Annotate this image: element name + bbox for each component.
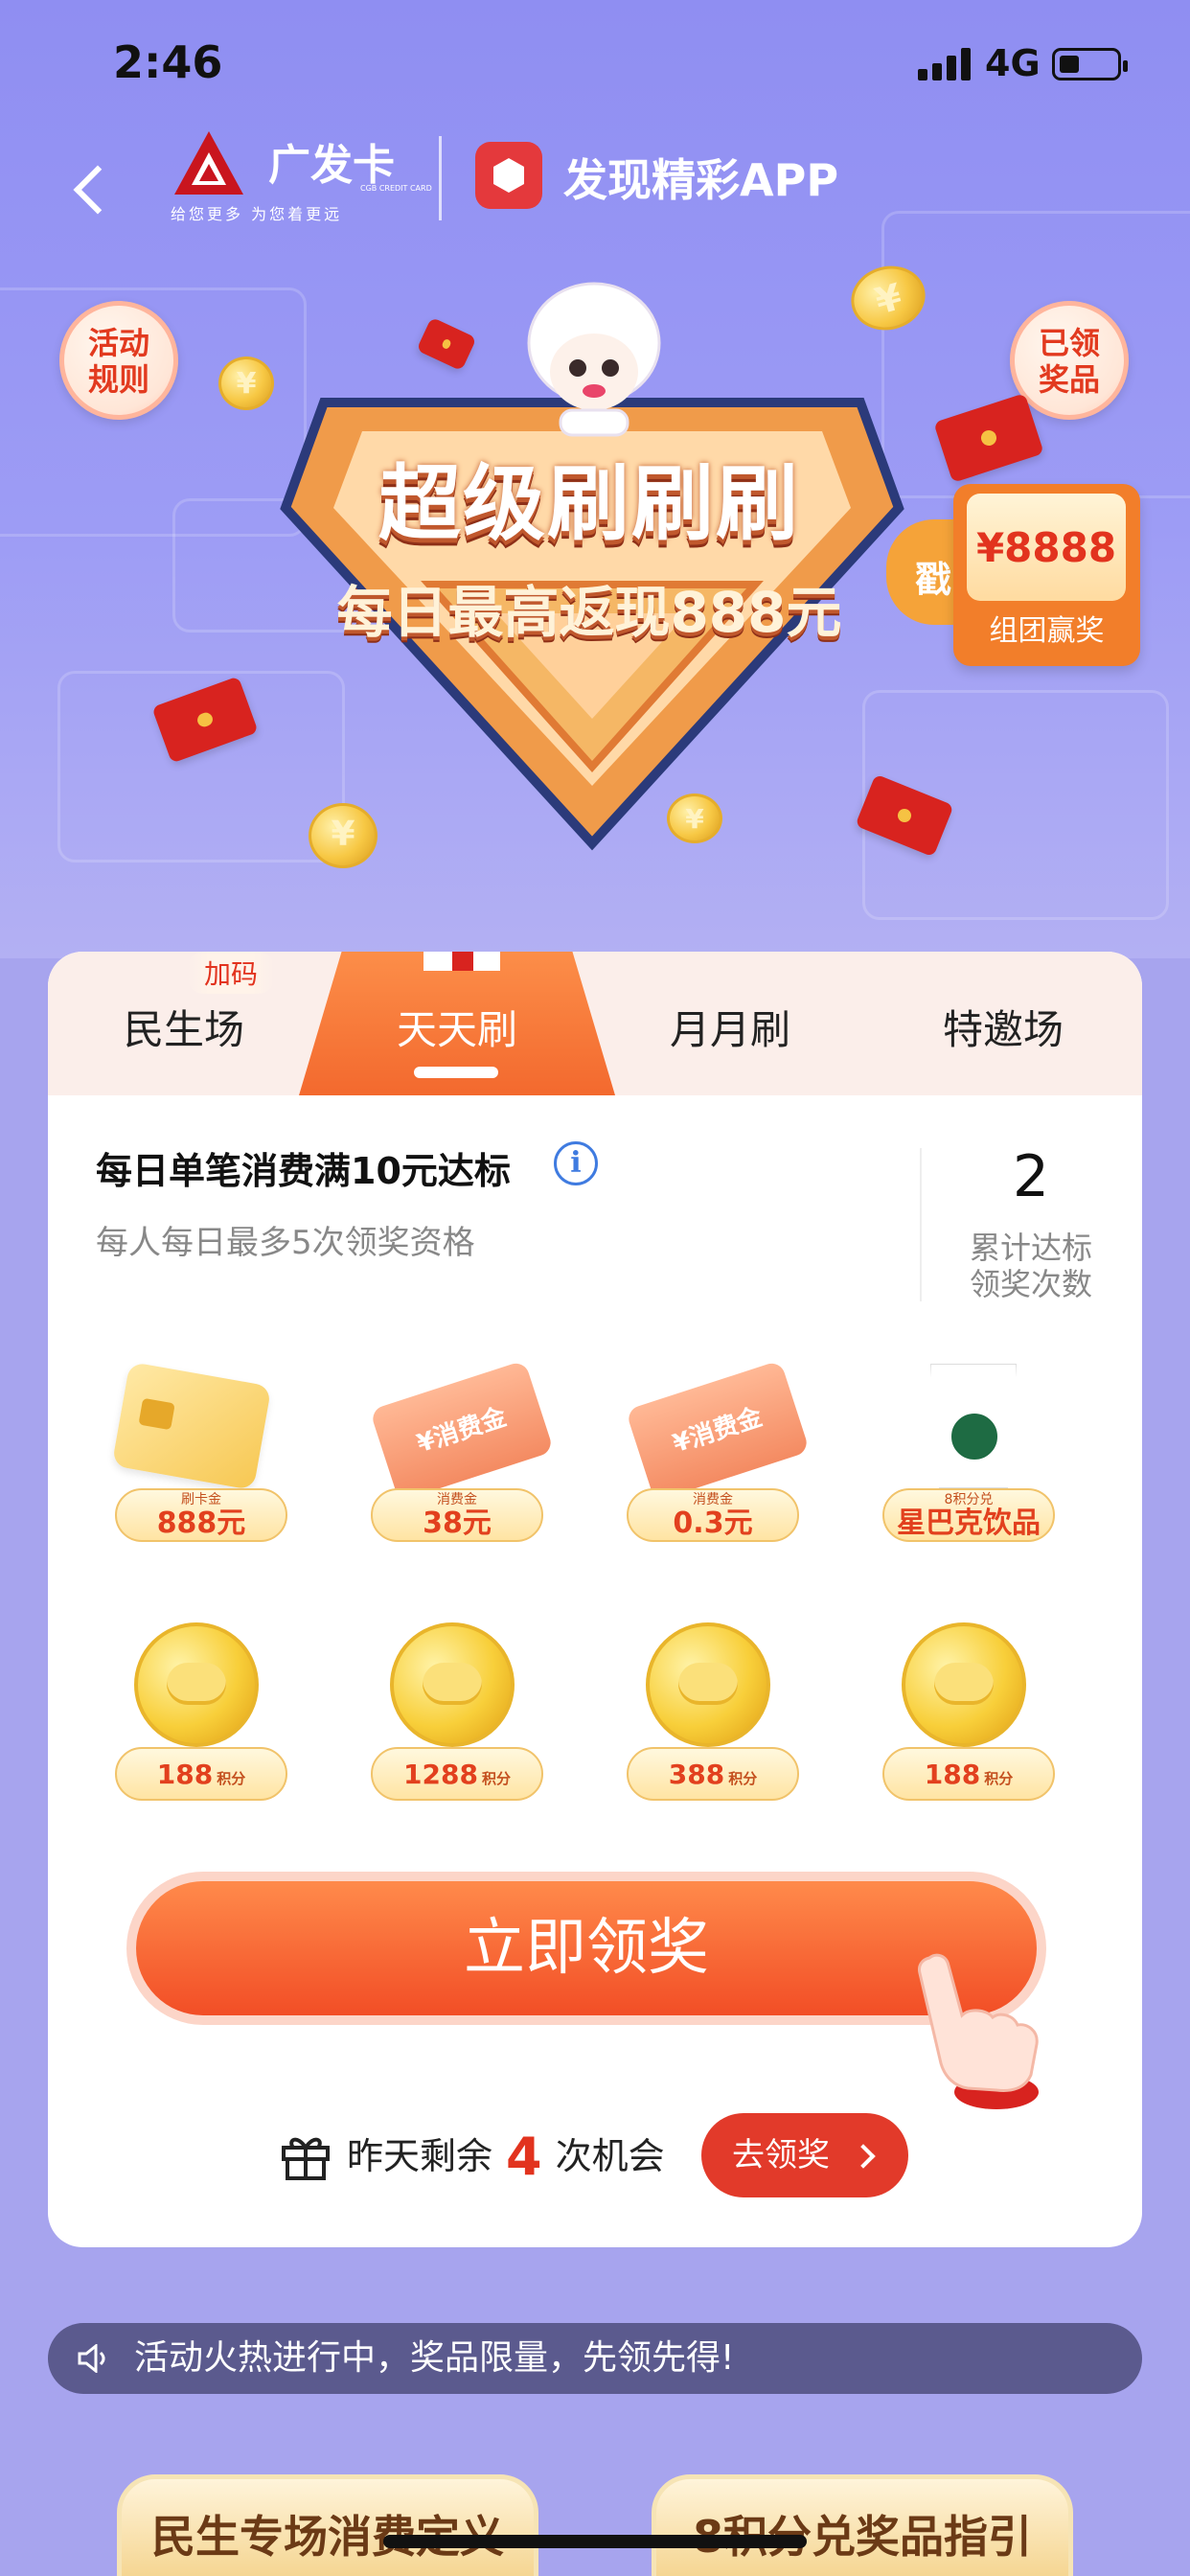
group-label: 组团赢奖: [989, 614, 1105, 648]
qualified-count-label: 累计达标 领奖次数: [920, 1230, 1142, 1302]
tab-bar: 加码 民生场 天天刷 月月刷 特邀场: [48, 952, 1142, 1095]
shop-gift-icon: [423, 952, 500, 971]
consumption-definition-button[interactable]: 民生专场消费定义: [117, 2474, 538, 2576]
points-coin-icon: [390, 1622, 515, 1747]
header-divider: [439, 136, 442, 220]
prize-item[interactable]: ¥消费金 消费金 38元: [361, 1354, 555, 1565]
remaining-suffix: 次机会: [555, 2135, 665, 2177]
prize-label: 1288 积分: [371, 1747, 543, 1801]
prize-label: 8积分兑 星巴克饮品: [882, 1488, 1055, 1542]
home-indicator: [383, 2535, 807, 2548]
faxian-app-logo-icon: [475, 142, 542, 209]
brand-sub: CGB CREDIT CARD: [360, 184, 432, 193]
prize-value: 0.3元: [673, 1506, 753, 1540]
back-arrow-icon[interactable]: [69, 161, 107, 218]
guangfa-logo-icon: [174, 131, 243, 195]
signal-icon: [918, 48, 972, 80]
brand-slogan: 给您更多 为您着更远: [171, 205, 343, 223]
notice-text: 活动火热进行中，奖品限量，先领先得!: [134, 2338, 735, 2378]
main-panel: 加码 民生场 天天刷 月月刷 特邀场 每日单笔消费满10元达标 i 每人每日最多…: [48, 952, 1142, 2247]
tab-daily[interactable]: 天天刷: [361, 998, 553, 1056]
prize-value: 38元: [423, 1506, 492, 1540]
prize-item[interactable]: 388 积分: [617, 1613, 809, 1824]
notice-bar: 活动火热进行中，奖品限量，先领先得!: [48, 2323, 1142, 2394]
points-coin-icon: [134, 1622, 259, 1747]
card-icon: [111, 1361, 272, 1491]
partner-app-name: 发现精彩APP: [563, 154, 839, 206]
prize-label: 388 积分: [627, 1747, 799, 1801]
activity-rules-button[interactable]: 活动 规则: [59, 301, 178, 420]
group-amount: ¥8888: [967, 494, 1126, 601]
battery-icon: [1052, 48, 1128, 80]
prize-type: 刷卡金: [181, 1492, 221, 1507]
prize-label: 刷卡金 888元: [115, 1488, 287, 1542]
prize-item[interactable]: ¥消费金 消费金 0.3元: [617, 1354, 811, 1565]
bonus-badge: 加码: [187, 952, 276, 994]
prize-value: 388: [668, 1759, 725, 1790]
speaker-icon: [78, 2344, 105, 2373]
rule-title: 每日单笔消费满10元达标: [96, 1150, 511, 1192]
sheep-mascot-icon: [527, 282, 661, 437]
prize-label: 消费金 38元: [371, 1488, 543, 1542]
tab-special[interactable]: 特邀场: [907, 998, 1099, 1056]
prize-unit: 积分: [217, 1770, 246, 1787]
prize-value: 188: [924, 1759, 981, 1790]
network-type: 4G: [985, 42, 1041, 84]
tab-monthly[interactable]: 月月刷: [634, 998, 826, 1056]
prize-item[interactable]: 188 积分: [873, 1613, 1064, 1824]
rule-subtitle: 每人每日最多5次领奖资格: [96, 1224, 475, 1262]
remaining-prefix: 昨天剩余: [347, 2135, 493, 2177]
hero-subtitle: 每日最高返现888元: [336, 580, 842, 645]
prize-unit: 积分: [481, 1770, 511, 1787]
prize-type: 消费金: [437, 1492, 477, 1507]
prize-unit: 积分: [984, 1770, 1014, 1787]
pointing-hand-icon: [918, 1953, 1039, 2109]
group-prize-card[interactable]: ¥8888 组团赢奖: [953, 484, 1140, 666]
hero-title: 超级刷刷刷: [378, 456, 800, 552]
gift-icon: [282, 2137, 330, 2180]
prize-value: 888元: [156, 1506, 246, 1540]
voucher-ticket-icon: ¥消费金: [369, 1360, 555, 1502]
info-icon[interactable]: i: [554, 1141, 598, 1185]
count-label-line-1: 累计达标: [969, 1230, 1092, 1266]
prize-type: 8积分兑: [944, 1492, 994, 1507]
go-claim-button[interactable]: 去领奖: [701, 2113, 908, 2197]
prize-unit: 积分: [728, 1770, 758, 1787]
group-tag[interactable]: 戳: [886, 519, 963, 625]
starbucks-logo-icon: [948, 1410, 1001, 1463]
prize-label: 188 积分: [115, 1747, 287, 1801]
prize-type: 消费金: [693, 1492, 733, 1507]
active-tab-indicator: [414, 1067, 498, 1078]
prize-value: 1288: [403, 1759, 478, 1790]
prize-value: 星巴克饮品: [897, 1506, 1041, 1540]
remaining-count: 4: [506, 2127, 542, 2187]
qualified-count: 2: [1012, 1143, 1050, 1210]
prize-item[interactable]: 1288 积分: [361, 1613, 553, 1824]
tab-minsheng[interactable]: 民生场: [88, 998, 280, 1056]
prize-label: 188 积分: [882, 1747, 1055, 1801]
prize-value: 188: [156, 1759, 214, 1790]
voucher-ticket-icon: ¥消费金: [625, 1360, 811, 1502]
remaining-chances: 昨天剩余 4 次机会: [347, 2127, 665, 2187]
points-redeem-guide-button[interactable]: 8积分兑奖品指引: [652, 2474, 1073, 2576]
status-bar: 2:46 4G: [0, 0, 1190, 134]
prize-item[interactable]: 188 积分: [105, 1613, 297, 1824]
prize-label: 消费金 0.3元: [627, 1488, 799, 1542]
brand-name: 广发卡: [268, 141, 395, 190]
points-coin-icon: [902, 1622, 1026, 1747]
prize-item[interactable]: 8积分兑 星巴克饮品: [873, 1354, 1064, 1565]
status-time: 2:46: [113, 36, 223, 88]
prize-item[interactable]: 刷卡金 888元: [105, 1354, 297, 1565]
count-label-line-2: 领奖次数: [969, 1266, 1092, 1302]
points-coin-icon: [646, 1622, 770, 1747]
